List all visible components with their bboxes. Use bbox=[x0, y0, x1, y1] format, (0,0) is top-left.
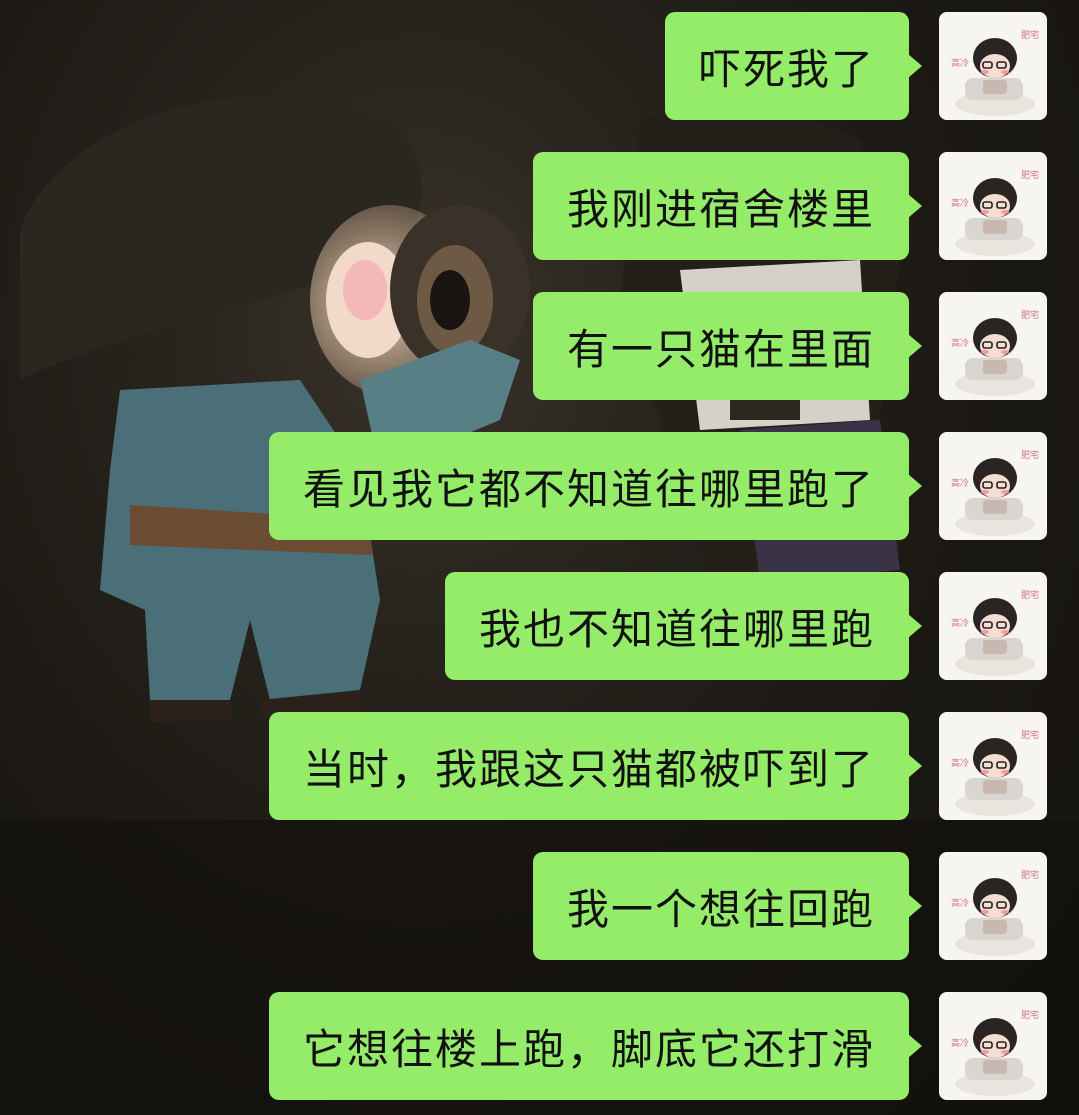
svg-text:高冷: 高冷 bbox=[951, 757, 969, 769]
svg-text:高冷: 高冷 bbox=[951, 337, 969, 349]
avatar-cartoon-character-icon[interactable]: 肥宅 高冷 bbox=[939, 712, 1047, 820]
message-bubble[interactable]: 我一个想往回跑 bbox=[532, 852, 923, 960]
svg-text:高冷: 高冷 bbox=[951, 197, 969, 209]
message-row: 当时，我跟这只猫都被吓到了 肥宅 高冷 bbox=[268, 712, 1047, 820]
message-bubble[interactable]: 我刚进宿舍楼里 bbox=[532, 152, 923, 260]
avatar-cartoon-character-icon[interactable]: 肥宅 高冷 bbox=[939, 12, 1047, 120]
svg-text:高冷: 高冷 bbox=[951, 897, 969, 909]
svg-text:肥宅: 肥宅 bbox=[1021, 589, 1039, 601]
svg-text:肥宅: 肥宅 bbox=[1021, 729, 1039, 741]
message-row: 有一只猫在里面 肥宅 高冷 bbox=[532, 292, 1047, 400]
svg-text:高冷: 高冷 bbox=[951, 477, 969, 489]
svg-text:肥宅: 肥宅 bbox=[1021, 29, 1039, 41]
svg-text:肥宅: 肥宅 bbox=[1021, 869, 1039, 881]
avatar-cartoon-character-icon[interactable]: 肥宅 高冷 bbox=[939, 152, 1047, 260]
message-row: 我刚进宿舍楼里 肥宅 高冷 bbox=[532, 152, 1047, 260]
message-bubble[interactable]: 当时，我跟这只猫都被吓到了 bbox=[268, 712, 923, 820]
message-row: 我一个想往回跑 肥宅 高冷 bbox=[532, 852, 1047, 960]
svg-text:高冷: 高冷 bbox=[951, 57, 969, 69]
avatar-cartoon-character-icon[interactable]: 肥宅 高冷 bbox=[939, 432, 1047, 540]
message-bubble[interactable]: 有一只猫在里面 bbox=[532, 292, 923, 400]
svg-text:肥宅: 肥宅 bbox=[1021, 449, 1039, 461]
message-row: 它想往楼上跑，脚底它还打滑 肥宅 高冷 bbox=[268, 992, 1047, 1100]
message-list[interactable]: 吓死我了 肥宅 高冷 我刚进宿舍楼里 肥宅 高冷 有一只猫在里面 肥宅 高冷 看… bbox=[0, 0, 1079, 1115]
message-row: 我也不知道往哪里跑 肥宅 高冷 bbox=[444, 572, 1047, 680]
chat-screen: 吓死我了 肥宅 高冷 我刚进宿舍楼里 肥宅 高冷 有一只猫在里面 肥宅 高冷 看… bbox=[0, 0, 1079, 1115]
message-bubble[interactable]: 看见我它都不知道往哪里跑了 bbox=[268, 432, 923, 540]
message-bubble[interactable]: 我也不知道往哪里跑 bbox=[444, 572, 923, 680]
svg-text:肥宅: 肥宅 bbox=[1021, 169, 1039, 181]
avatar-cartoon-character-icon[interactable]: 肥宅 高冷 bbox=[939, 572, 1047, 680]
message-bubble[interactable]: 吓死我了 bbox=[664, 12, 923, 120]
message-row: 吓死我了 肥宅 高冷 bbox=[664, 12, 1047, 120]
svg-text:高冷: 高冷 bbox=[951, 617, 969, 629]
svg-text:高冷: 高冷 bbox=[951, 1037, 969, 1049]
message-row: 看见我它都不知道往哪里跑了 肥宅 高冷 bbox=[268, 432, 1047, 540]
svg-text:肥宅: 肥宅 bbox=[1021, 1009, 1039, 1021]
avatar-cartoon-character-icon[interactable]: 肥宅 高冷 bbox=[939, 852, 1047, 960]
svg-text:肥宅: 肥宅 bbox=[1021, 309, 1039, 321]
avatar-cartoon-character-icon[interactable]: 肥宅 高冷 bbox=[939, 992, 1047, 1100]
message-bubble[interactable]: 它想往楼上跑，脚底它还打滑 bbox=[268, 992, 923, 1100]
avatar-cartoon-character-icon[interactable]: 肥宅 高冷 bbox=[939, 292, 1047, 400]
